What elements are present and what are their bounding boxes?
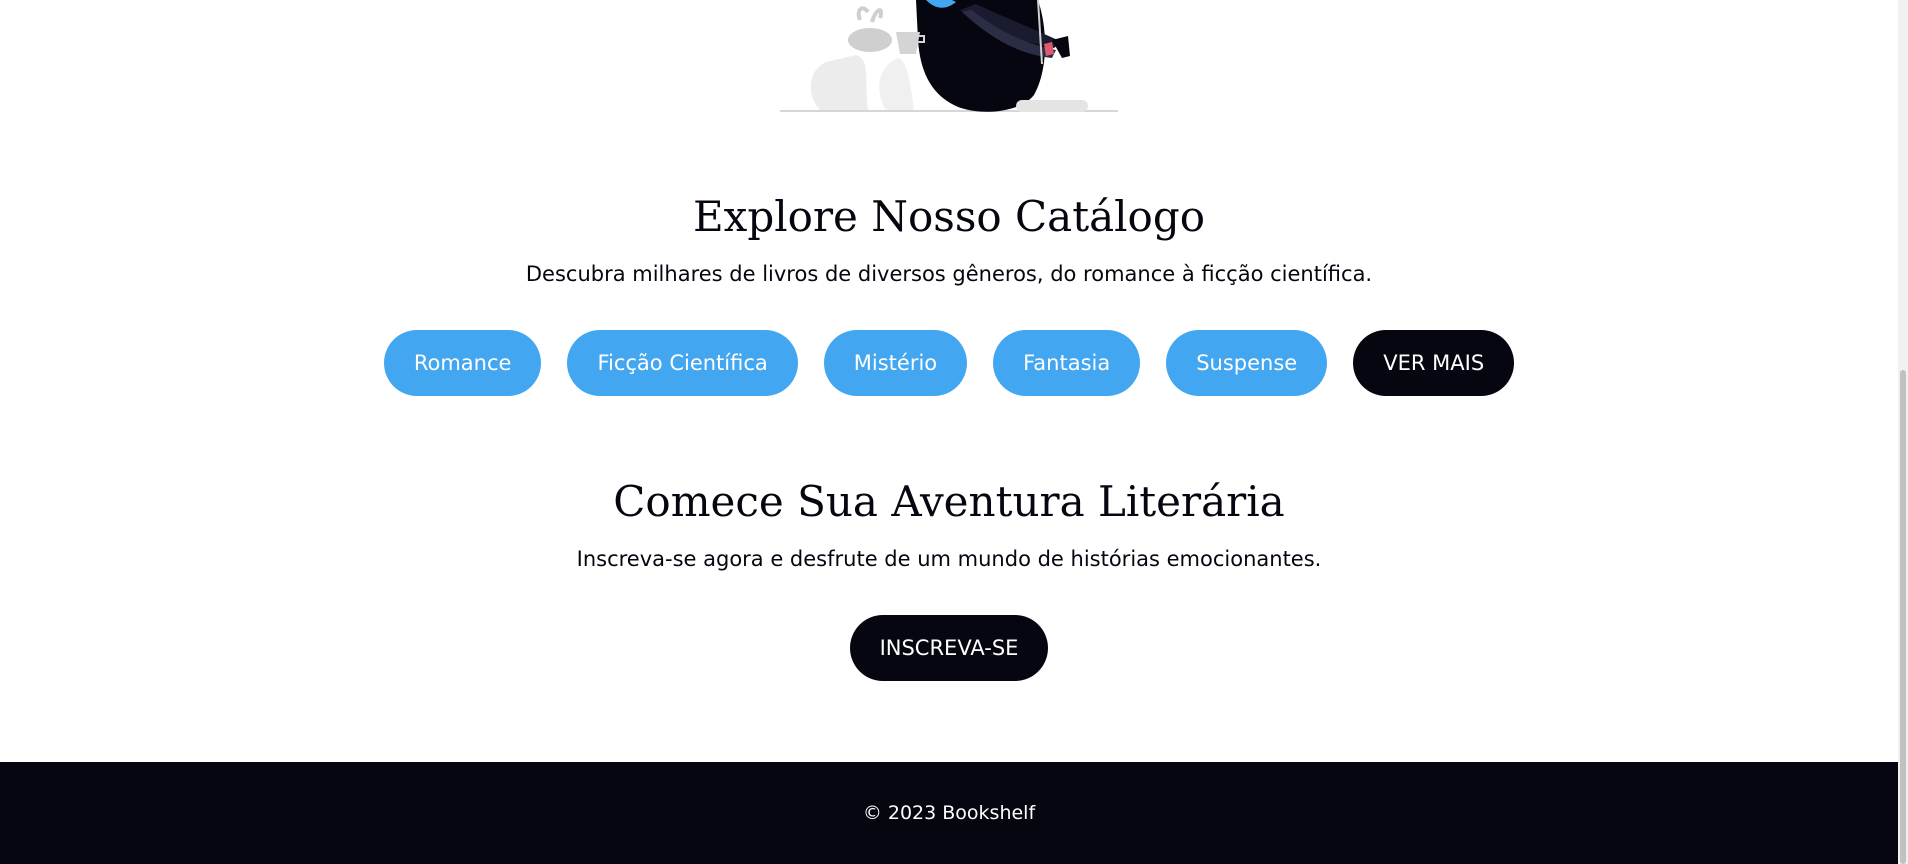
signup-cta-wrapper: INSCREVA-SE [0,615,1898,681]
genre-button-fantasy[interactable]: Fantasia [993,330,1141,396]
subscribe-button[interactable]: INSCREVA-SE [849,615,1049,681]
signup-description: Inscreva-se agora e desfrute de um mundo… [576,547,1322,571]
catalog-description: Descubra milhares de livros de diversos … [525,262,1373,286]
see-more-button[interactable]: VER MAIS [1353,330,1515,396]
reading-illustration [780,0,1118,112]
footer-copyright: © 2023 Bookshelf [862,802,1036,824]
genre-buttons: Romance Ficção Científica Mistério Fanta… [0,330,1898,396]
footer: © 2023 Bookshelf [0,762,1898,864]
genre-button-suspense[interactable]: Suspense [1166,330,1328,396]
signup-title: Comece Sua Aventura Literária [613,477,1285,526]
vertical-scrollbar[interactable] [1898,0,1908,864]
page: Explore Nosso Catálogo Descubra milhares… [0,0,1908,864]
catalog-title: Explore Nosso Catálogo [693,192,1205,241]
genre-button-science-fiction[interactable]: Ficção Científica [567,330,798,396]
viewport: Explore Nosso Catálogo Descubra milhares… [0,0,1898,864]
scrollbar-thumb[interactable] [1900,370,1906,864]
genre-button-mystery[interactable]: Mistério [823,330,968,396]
genre-button-romance[interactable]: Romance [383,330,542,396]
